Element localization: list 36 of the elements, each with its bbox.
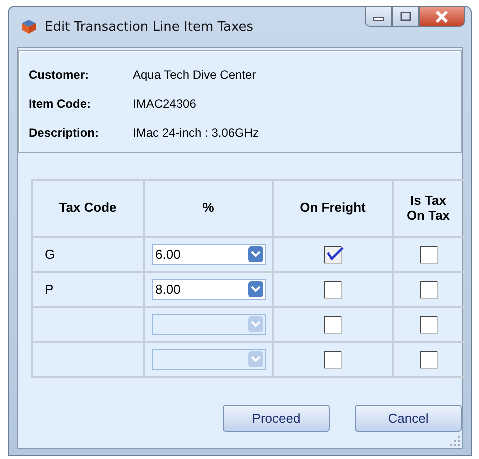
tax-code-cell: G: [45, 247, 56, 262]
field-value: IMac 24-inch : 3.06GHz: [133, 126, 260, 140]
cancel-button[interactable]: Cancel: [355, 405, 462, 432]
minimize-button[interactable]: [365, 7, 392, 27]
window-title: Edit Transaction Line Item Taxes: [45, 20, 254, 34]
tax-code-cell: P: [45, 282, 54, 297]
percent-dropdown[interactable]: 8.00: [152, 279, 266, 300]
checkbox[interactable]: [420, 280, 438, 298]
checkbox[interactable]: [324, 246, 342, 264]
close-button[interactable]: [419, 7, 465, 27]
field-label: Customer:: [29, 68, 90, 82]
percent-dropdown[interactable]: 6.00: [152, 244, 266, 265]
column-header: On Freight: [300, 200, 366, 216]
checkbox[interactable]: [420, 316, 438, 334]
proceed-button[interactable]: Proceed: [223, 405, 330, 432]
checkbox[interactable]: [420, 350, 438, 368]
checkbox[interactable]: [324, 316, 342, 334]
column-header: %: [202, 200, 214, 216]
checkbox[interactable]: [324, 280, 342, 298]
cube-icon: [21, 19, 37, 35]
maximize-button[interactable]: [392, 7, 419, 27]
maximize-icon: [400, 12, 412, 22]
close-icon: [435, 10, 449, 22]
column-header: Is Tax On Tax: [406, 193, 450, 222]
field-label: Item Code:: [29, 96, 92, 110]
chevron-down-icon: [248, 246, 264, 263]
field-label: Description:: [29, 126, 100, 140]
chevron-down-icon: [248, 281, 264, 298]
field-value: IMAC24306: [133, 96, 196, 110]
column-header: Tax Code: [59, 200, 117, 216]
checkbox[interactable]: [324, 350, 342, 368]
field-value: Aqua Tech Dive Center: [133, 68, 256, 82]
resize-grip-icon: [450, 436, 460, 446]
checkbox[interactable]: [420, 246, 438, 264]
chevron-down-icon: [248, 351, 264, 368]
chevron-down-icon: [248, 316, 264, 333]
